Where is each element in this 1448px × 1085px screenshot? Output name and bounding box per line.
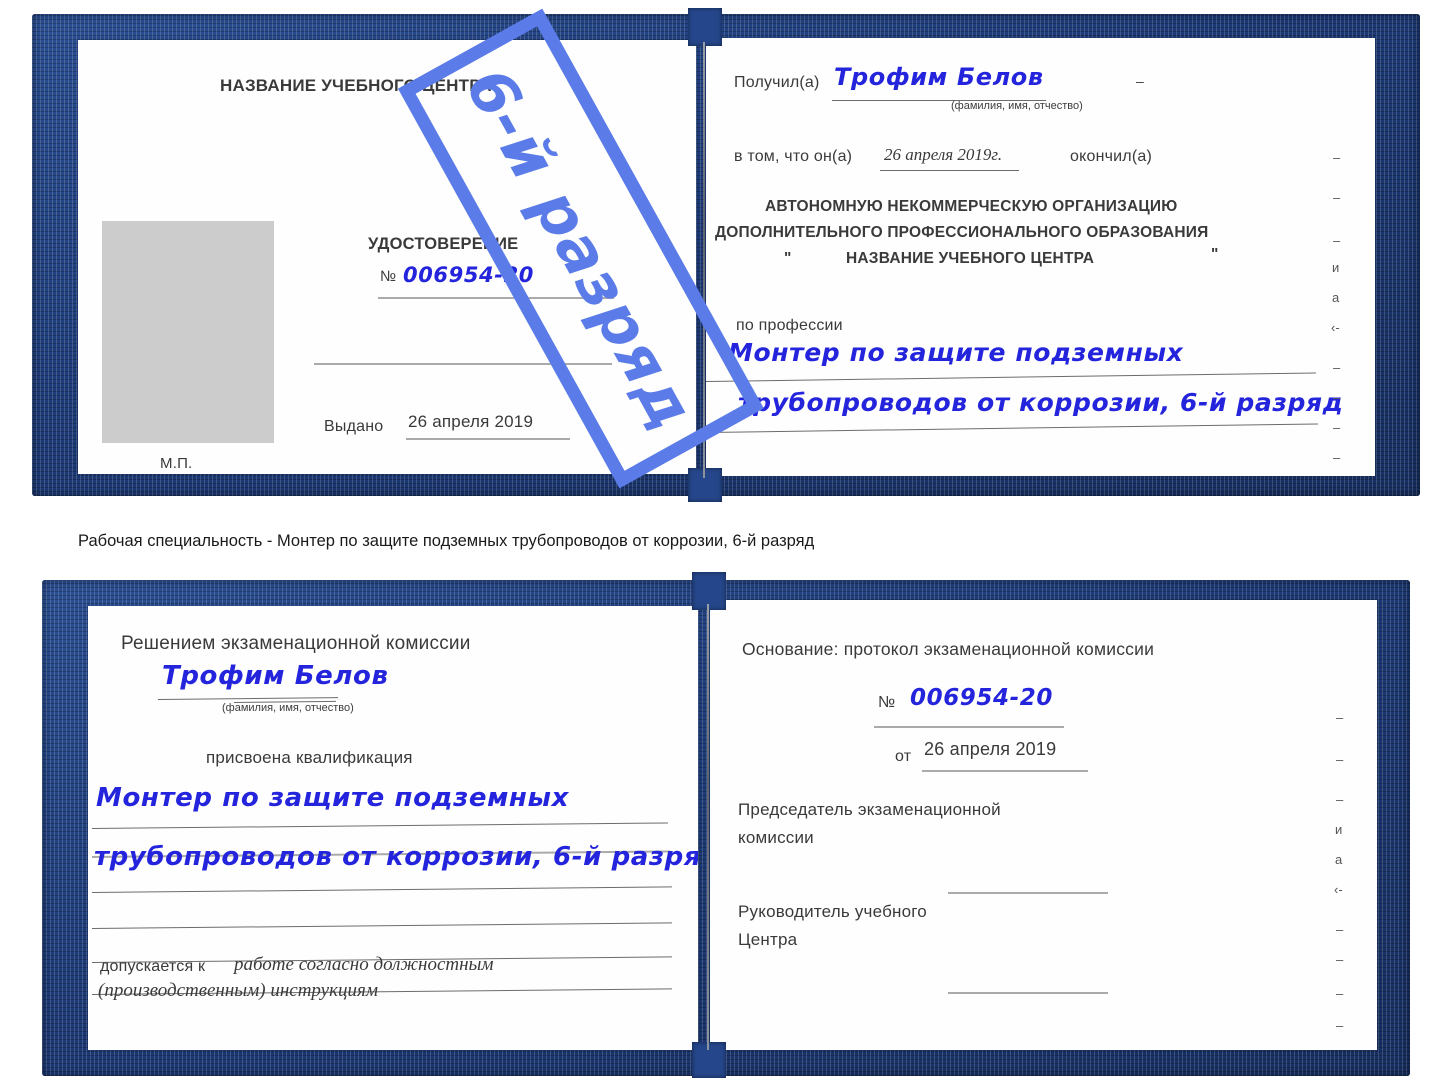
- bottom-left-admitted-label: допускается к: [100, 958, 206, 975]
- margin-mark: ‹-: [1334, 882, 1343, 897]
- bottom-left-name-value: Трофим Белов: [162, 661, 389, 691]
- margin-mark: ‹-: [1331, 320, 1340, 335]
- top-left-doc-title: УДОСТОВЕРЕНИЕ: [368, 235, 519, 253]
- top-right-profession-line2: трубопроводов от коррозии, 6-й разряд: [738, 388, 1344, 417]
- bottom-right-head-line2: Центра: [738, 930, 798, 949]
- margin-mark: –: [1336, 952, 1344, 967]
- top-right-profession-rule1: [706, 372, 1316, 382]
- bottom-left-qualification-line2: трубопроводов от коррозии, 6-й разряд: [94, 842, 698, 872]
- page-caption: Рабочая специальность - Монтер по защите…: [78, 532, 815, 550]
- top-right-profession-line1: Монтер по защите подземных: [728, 338, 1184, 367]
- margin-mark: а: [1335, 852, 1343, 867]
- bottom-right-from-rule: [922, 770, 1088, 772]
- top-right-received-value: Трофим Белов: [834, 63, 1044, 91]
- bottom-right-number-value: 006954-20: [910, 685, 1053, 711]
- margin-mark: и: [1332, 260, 1340, 275]
- bottom-right-from-value: 26 апреля 2019: [924, 739, 1057, 759]
- margin-mark: –: [1336, 792, 1344, 807]
- certificate-bottom-right-page: Основание: протокол экзаменационной коми…: [710, 600, 1377, 1050]
- top-left-issued-value: 26 апреля 2019: [408, 412, 534, 431]
- bottom-right-basis-label: Основание: протокол экзаменационной коми…: [742, 639, 1155, 659]
- certificate-top-right-page: Получил(а) Трофим Белов (фамилия, имя, о…: [706, 38, 1375, 476]
- margin-mark: и: [1335, 822, 1343, 837]
- margin-mark: –: [1333, 190, 1341, 205]
- margin-mark: –: [1336, 986, 1344, 1001]
- margin-mark: –: [1333, 360, 1341, 375]
- top-left-number-value: 006954-20: [403, 263, 535, 287]
- bottom-right-number-label: №: [878, 694, 896, 711]
- top-right-org-line1: АВТОНОМНУЮ НЕКОММЕРЧЕСКУЮ ОРГАНИЗАЦИЮ: [765, 198, 1178, 215]
- spine-clasp-bottom-bottom: [692, 1042, 726, 1078]
- margin-mark: –: [1336, 710, 1344, 725]
- margin-mark: –: [1333, 420, 1341, 435]
- top-left-issued-rule: [406, 438, 570, 440]
- top-right-that-rule: [880, 170, 1019, 171]
- booklet-spine-top: [703, 42, 705, 478]
- bottom-left-qualification-label: присвоена квалификация: [206, 748, 413, 767]
- margin-mark: –: [1333, 150, 1341, 165]
- top-right-that-label: в том, что он(а): [734, 148, 853, 165]
- margin-mark: –: [1333, 390, 1341, 405]
- top-right-name-hint: (фамилия, имя, отчество): [951, 100, 1083, 112]
- top-right-finished-label: окончил(а): [1070, 148, 1152, 165]
- top-left-seal-label: М.П.: [160, 455, 193, 472]
- top-left-issued-label: Выдано: [324, 418, 384, 435]
- certificate-bottom-left-page: Решением экзаменационной комиссии Трофим…: [88, 606, 698, 1050]
- bottom-right-chairman-line2: комиссии: [738, 828, 814, 847]
- photo-placeholder: [102, 221, 274, 443]
- top-right-received-label: Получил(а): [734, 74, 820, 91]
- bottom-left-rule-3: [91, 886, 672, 893]
- spine-clasp-top: [688, 8, 722, 46]
- bottom-left-qualification-line1: Монтер по защите подземных: [96, 783, 569, 813]
- bottom-left-header: Решением экзаменационной комиссии: [121, 633, 471, 654]
- bottom-left-admitted-line1: работе согласно должностным: [234, 954, 494, 975]
- bottom-right-chairman-line1: Председатель экзаменационной: [738, 800, 1001, 819]
- top-right-org-quote-open: ": [784, 250, 792, 267]
- margin-mark: а: [1332, 290, 1340, 305]
- bottom-right-from-label: от: [895, 748, 912, 765]
- margin-mark: –: [1336, 752, 1344, 767]
- top-right-org-quote-close: ": [1211, 246, 1219, 263]
- top-left-number-label: №: [380, 268, 397, 285]
- top-right-that-date: 26 апреля 2019г.: [884, 145, 1003, 164]
- bottom-left-name-hint: (фамилия, имя, отчество): [222, 702, 354, 714]
- bottom-right-head-line1: Руководитель учебного: [738, 902, 927, 921]
- margin-mark: –: [1333, 450, 1341, 465]
- top-right-dash-1: –: [1136, 73, 1144, 89]
- top-left-number-rule: [378, 297, 614, 299]
- top-left-header: НАЗВАНИЕ УЧЕБНОГО ЦЕНТРА: [220, 76, 492, 95]
- margin-mark: –: [1336, 922, 1344, 937]
- spine-clasp-bottom: [688, 468, 722, 502]
- booklet-spine-bottom: [707, 604, 709, 1050]
- top-right-profession-label: по профессии: [736, 317, 843, 334]
- top-right-org-line2: ДОПОЛНИТЕЛЬНОГО ПРОФЕССИОНАЛЬНОГО ОБРАЗО…: [715, 224, 1209, 241]
- margin-mark: –: [1336, 1018, 1344, 1033]
- bottom-right-head-sign-rule: [948, 992, 1108, 994]
- top-right-profession-rule2: [706, 423, 1318, 433]
- margin-mark: –: [1333, 233, 1341, 248]
- bottom-left-rule-4: [91, 922, 672, 929]
- spine-clasp-bottom-top: [692, 572, 726, 610]
- top-right-org-line3: НАЗВАНИЕ УЧЕБНОГО ЦЕНТРА: [846, 250, 1095, 267]
- bottom-left-name-rule: [157, 697, 338, 700]
- bottom-left-rule-1: [91, 822, 668, 829]
- bottom-right-number-rule: [874, 726, 1064, 728]
- bottom-right-chairman-sign-rule: [948, 892, 1108, 894]
- bottom-left-admitted-line2: (производственным) инструкциям: [98, 980, 378, 1001]
- top-left-blank-rule: [314, 363, 612, 365]
